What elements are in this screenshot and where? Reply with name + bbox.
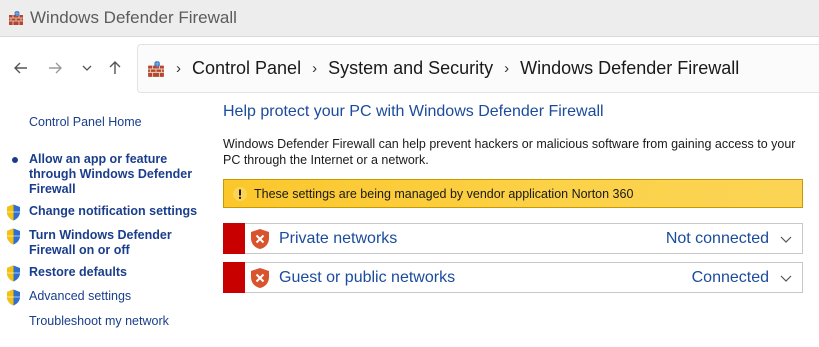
breadcrumb-windows-defender-firewall[interactable]: Windows Defender Firewall — [520, 58, 739, 79]
red-x-shield-icon — [251, 267, 269, 288]
arrow-up-icon — [109, 61, 121, 74]
sidebar-item-label: Change notification settings — [29, 204, 198, 218]
warning-text: These settings are being managed by vend… — [254, 186, 634, 201]
sidebar-item-label: Allow an app or feature through Windows … — [29, 152, 193, 196]
title-bar: Windows Defender Firewall — [0, 0, 819, 36]
uac-shield-icon — [7, 289, 20, 306]
breadcrumb-separator[interactable]: › — [176, 60, 181, 77]
breadcrumb-control-panel[interactable]: Control Panel — [192, 58, 301, 79]
page-title: Help protect your PC with Windows Defend… — [223, 103, 604, 120]
back-button[interactable] — [10, 57, 32, 79]
network-status: Connected — [691, 268, 769, 286]
network-name: Guest or public networks — [279, 268, 456, 286]
network-name: Private networks — [279, 229, 398, 247]
page-description: Windows Defender Firewall can help preve… — [223, 137, 796, 167]
chevron-down-icon[interactable] — [779, 271, 793, 285]
breadcrumb-separator[interactable]: › — [504, 60, 509, 77]
firewall-icon — [148, 60, 164, 77]
status-bar-red — [223, 222, 245, 254]
sidebar-item-allow-app[interactable]: Allow an app or feature through Windows … — [6, 152, 206, 197]
forward-button[interactable] — [44, 57, 66, 79]
arrow-right-icon — [49, 62, 62, 74]
breadcrumb-system-and-security[interactable]: System and Security — [328, 58, 493, 79]
firewall-icon — [9, 10, 23, 25]
uac-shield-icon — [7, 265, 20, 282]
status-bar-red — [223, 261, 245, 293]
uac-shield-icon — [7, 228, 20, 245]
arrow-left-icon — [14, 62, 27, 74]
control-panel-home-link[interactable]: Control Panel Home — [29, 115, 142, 130]
sidebar: Control Panel Home Allow an app or featu… — [0, 99, 210, 347]
sidebar-item-restore-defaults[interactable]: Restore defaults — [6, 265, 206, 282]
chevron-down-icon — [82, 65, 92, 71]
sidebar-item-label: Advanced settings — [29, 289, 132, 303]
red-x-shield-icon — [251, 228, 269, 249]
sidebar-item-turn-firewall-on-off[interactable]: Turn Windows Defender Firewall on or off — [6, 228, 206, 258]
sidebar-item-label: Turn Windows Defender Firewall on or off — [29, 228, 172, 257]
address-bar[interactable]: › Control Panel › System and Security › … — [137, 44, 819, 93]
vendor-managed-warning-banner: These settings are being managed by vend… — [223, 179, 803, 208]
sidebar-item-advanced-settings[interactable]: Advanced settings — [6, 289, 206, 306]
window-title: Windows Defender Firewall — [30, 8, 237, 27]
warning-icon — [233, 186, 247, 201]
network-status: Not connected — [665, 229, 769, 247]
recent-locations-button[interactable] — [76, 57, 98, 79]
navigation-bar: › Control Panel › System and Security › … — [0, 37, 819, 99]
sidebar-item-label: Restore defaults — [29, 265, 127, 279]
bullet-icon — [12, 157, 18, 163]
uac-shield-icon — [7, 204, 20, 221]
private-networks-section[interactable]: Private networks Not connected — [223, 222, 803, 254]
public-networks-section[interactable]: Guest or public networks Connected — [223, 261, 803, 293]
up-button[interactable] — [104, 57, 126, 79]
chevron-down-icon[interactable] — [779, 232, 793, 246]
troubleshoot-network-link[interactable]: Troubleshoot my network — [29, 314, 169, 329]
breadcrumb-separator[interactable]: › — [312, 60, 317, 77]
sidebar-item-change-notification-settings[interactable]: Change notification settings — [6, 204, 206, 221]
